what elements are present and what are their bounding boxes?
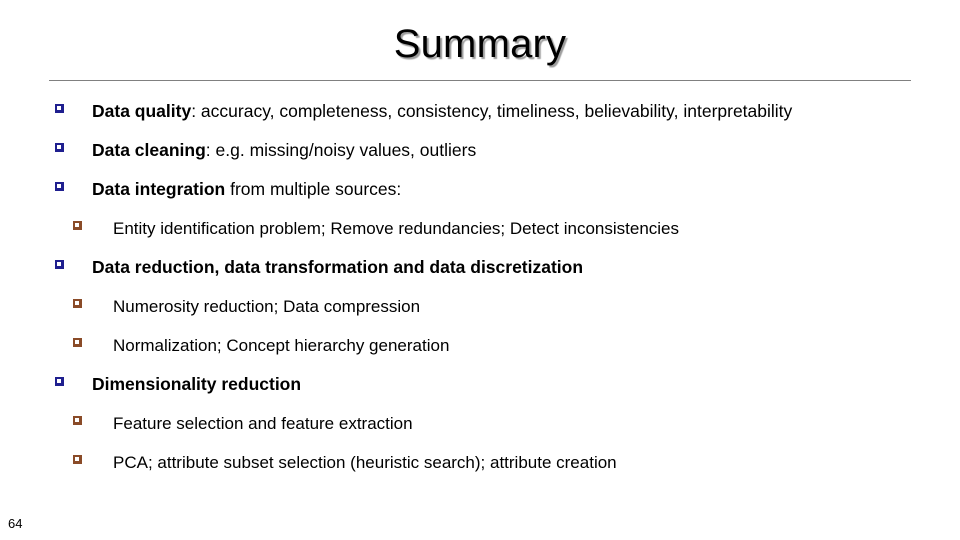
hollow-square-navy-icon [55, 377, 64, 386]
bullet-text: Feature selection and feature extraction [113, 411, 413, 436]
bullet-text: Data cleaning: e.g. missing/noisy values… [92, 138, 476, 163]
bullet-marker-cell [55, 255, 92, 269]
bullet-item-level1: Data cleaning: e.g. missing/noisy values… [0, 138, 960, 163]
bullet-text: Data integration from multiple sources: [92, 177, 401, 202]
bullet-text-emphasis: Data integration [92, 179, 226, 199]
page-title: Summary [393, 22, 567, 66]
bullet-marker-cell [55, 177, 92, 191]
bullet-text-emphasis: Data cleaning [92, 140, 206, 160]
bullet-item-level1: Data quality: accuracy, completeness, co… [0, 99, 960, 124]
bullet-text: PCA; attribute subset selection (heurist… [113, 450, 617, 475]
bullet-item-level1: Data integration from multiple sources: [0, 177, 960, 202]
bullet-text: Dimensionality reduction [92, 372, 301, 397]
bullet-item-level2: Normalization; Concept hierarchy generat… [0, 333, 960, 358]
bullet-item-level1: Dimensionality reduction [0, 372, 960, 397]
bullet-text: Numerosity reduction; Data compression [113, 294, 420, 319]
bullet-text-rest: Normalization; Concept hierarchy generat… [113, 336, 450, 355]
hollow-square-brown-icon [73, 455, 82, 464]
bullet-text-rest: Feature selection and feature extraction [113, 414, 413, 433]
bullet-item-level2: Entity identification problem; Remove re… [0, 216, 960, 241]
hollow-square-brown-icon [73, 299, 82, 308]
bullet-text-rest: Numerosity reduction; Data compression [113, 297, 421, 316]
bullet-text-emphasis: Data reduction, data transformation and … [92, 257, 584, 277]
bullet-item-level2: Feature selection and feature extraction [0, 411, 960, 436]
bullet-text-rest: Entity identification problem; Remove re… [113, 219, 680, 238]
hollow-square-navy-icon [55, 182, 64, 191]
bullet-marker-cell [73, 333, 113, 347]
bullet-item-level2: Numerosity reduction; Data compression [0, 294, 960, 319]
bullet-text-emphasis: Data quality [92, 101, 192, 121]
bullet-marker-cell [55, 138, 92, 152]
hollow-square-brown-icon [73, 416, 82, 425]
hollow-square-navy-icon [55, 260, 64, 269]
bullet-text-rest: from multiple sources: [225, 179, 402, 199]
bullet-text-rest: : e.g. missing/noisy values, outliers [205, 140, 477, 160]
bullet-marker-cell [73, 294, 113, 308]
bullet-text: Data quality: accuracy, completeness, co… [92, 99, 792, 124]
page-number: 64 [8, 516, 23, 531]
bullet-text-rest: PCA; attribute subset selection (heurist… [113, 453, 617, 472]
bullet-marker-cell [55, 372, 92, 386]
hollow-square-navy-icon [55, 104, 64, 113]
bullet-text: Normalization; Concept hierarchy generat… [113, 333, 449, 358]
bullet-text-emphasis: Dimensionality reduction [92, 374, 302, 394]
bullet-text-rest: : accuracy, completeness, consistency, t… [191, 101, 793, 121]
bullet-text: Entity identification problem; Remove re… [113, 216, 679, 241]
title-divider [49, 80, 911, 81]
bullet-marker-cell [73, 216, 113, 230]
bullet-text: Data reduction, data transformation and … [92, 255, 583, 280]
slide-canvas: Summary Data quality: accuracy, complete… [0, 0, 960, 540]
hollow-square-navy-icon [55, 143, 64, 152]
bullet-item-level1: Data reduction, data transformation and … [0, 255, 960, 280]
bullet-marker-cell [73, 450, 113, 464]
hollow-square-brown-icon [73, 221, 82, 230]
slide-title-area: Summary [0, 20, 960, 68]
bullet-list: Data quality: accuracy, completeness, co… [0, 99, 960, 489]
hollow-square-brown-icon [73, 338, 82, 347]
bullet-item-level2: PCA; attribute subset selection (heurist… [0, 450, 960, 475]
bullet-marker-cell [55, 99, 92, 113]
bullet-marker-cell [73, 411, 113, 425]
